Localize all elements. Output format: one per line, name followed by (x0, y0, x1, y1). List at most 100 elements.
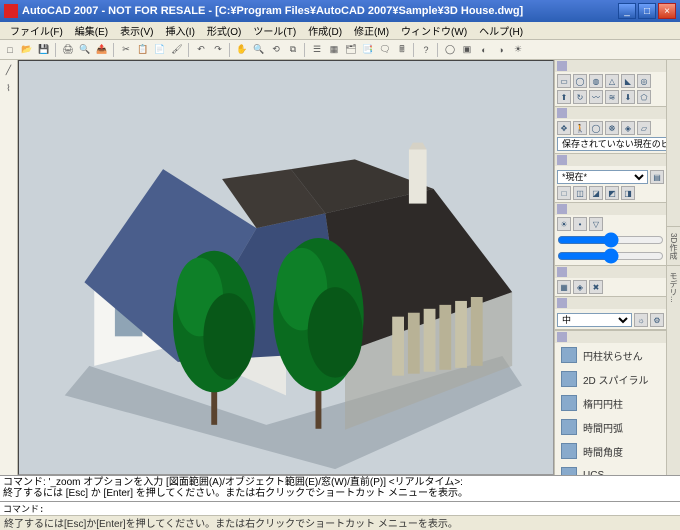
renderbtn-icon[interactable]: ☼ (634, 313, 648, 327)
chevron-icon[interactable] (557, 108, 567, 118)
pan-icon[interactable]: ✋ (234, 42, 250, 58)
properties-icon[interactable]: ☰ (309, 42, 325, 58)
view-icon[interactable]: ▣ (459, 42, 475, 58)
orbit-icon[interactable]: ◯ (442, 42, 458, 58)
print-icon[interactable]: 🖨 (60, 42, 76, 58)
point-icon[interactable]: • (573, 217, 587, 231)
light-slider2[interactable] (557, 249, 664, 263)
matlib-icon[interactable]: ▦ (557, 280, 571, 294)
toolpal-icon[interactable]: 🗂 (343, 42, 359, 58)
sweep-icon[interactable]: 〰 (589, 90, 603, 104)
menu-window[interactable]: ウィンドウ(W) (395, 21, 473, 40)
menu-modify[interactable]: 修正(M) (348, 21, 395, 40)
new-icon[interactable]: □ (2, 42, 18, 58)
chevron-icon[interactable] (557, 298, 567, 308)
window-title: AutoCAD 2007 - NOT FOR RESALE - [C:¥Prog… (22, 5, 618, 17)
paste-icon[interactable]: 📄 (152, 42, 168, 58)
render-preset-select[interactable]: 中 (557, 313, 632, 327)
chevron-icon[interactable] (557, 204, 567, 214)
vs-2dw-icon[interactable]: □ (557, 186, 571, 200)
minimize-button[interactable]: _ (618, 3, 636, 19)
copy-icon[interactable]: 📋 (135, 42, 151, 58)
loft-icon[interactable]: ≋ (605, 90, 619, 104)
shade-icon[interactable]: ◑ (493, 42, 509, 58)
light-slider[interactable] (557, 233, 664, 247)
spot-icon[interactable]: ▽ (589, 217, 603, 231)
revolve-icon[interactable]: ↻ (573, 90, 587, 104)
extrude-icon[interactable]: ⬆ (557, 90, 571, 104)
sun-icon[interactable]: ☀ (557, 217, 571, 231)
palette-item-ellcyl[interactable]: 楕円円柱 (555, 391, 666, 415)
chevron-icon[interactable] (557, 267, 567, 277)
palette-item-ucs[interactable]: UCS (555, 463, 666, 475)
zoom-win-icon[interactable]: ⧉ (285, 42, 301, 58)
tab-modeling[interactable]: モデリ... (667, 265, 680, 309)
light-panel: ☀ • ▽ (555, 203, 666, 266)
saved-view-select[interactable]: 保存されていない現在のビュー (557, 137, 666, 151)
ssm-icon[interactable]: 📑 (360, 42, 376, 58)
vsm-icon[interactable]: ▤ (650, 170, 664, 184)
menu-file[interactable]: ファイル(F) (4, 21, 69, 40)
undo-icon[interactable]: ↶ (193, 42, 209, 58)
nav-icon[interactable]: ✥ (557, 121, 571, 135)
palette-item-angt[interactable]: 時間角度 (555, 439, 666, 463)
matatt-icon[interactable]: ◈ (573, 280, 587, 294)
menu-view[interactable]: 表示(V) (114, 21, 159, 40)
menu-edit[interactable]: 編集(E) (69, 21, 114, 40)
torus-icon[interactable]: ◎ (637, 74, 651, 88)
maximize-button[interactable]: □ (638, 3, 656, 19)
vs-3dh-icon[interactable]: ◪ (589, 186, 603, 200)
save-icon[interactable]: 💾 (36, 42, 52, 58)
redo-icon[interactable]: ↷ (210, 42, 226, 58)
cone-icon[interactable]: △ (605, 74, 619, 88)
dc-icon[interactable]: ▦ (326, 42, 342, 58)
publish-icon[interactable]: 📤 (94, 42, 110, 58)
persp-icon[interactable]: ◈ (621, 121, 635, 135)
zoom-prev-icon[interactable]: ⟲ (268, 42, 284, 58)
open-icon[interactable]: 📂 (19, 42, 35, 58)
vs-3dw-icon[interactable]: ◫ (573, 186, 587, 200)
vs-conc-icon[interactable]: ◨ (621, 186, 635, 200)
matrm-icon[interactable]: ✖ (589, 280, 603, 294)
para-icon[interactable]: ▱ (637, 121, 651, 135)
markup-icon[interactable]: 🗨 (377, 42, 393, 58)
menu-tools[interactable]: ツール(T) (247, 21, 302, 40)
poly-icon[interactable]: ⬠ (637, 90, 651, 104)
help-icon[interactable]: ? (418, 42, 434, 58)
command-input[interactable] (48, 504, 677, 514)
palette-item-arct[interactable]: 時間円弧 (555, 415, 666, 439)
vs-icon[interactable]: ◐ (476, 42, 492, 58)
tab-3dcreate[interactable]: 3D作成 (667, 226, 680, 265)
cyl-icon[interactable]: ◍ (589, 74, 603, 88)
menu-help[interactable]: ヘルプ(H) (473, 21, 529, 40)
orbit2-icon[interactable]: ◯ (589, 121, 603, 135)
calc-icon[interactable]: 🖩 (394, 42, 410, 58)
wedge-icon[interactable]: ◣ (621, 74, 635, 88)
close-button[interactable]: × (658, 3, 676, 19)
command-history: コマンド: '_zoom オプションを入力 [図面範囲(A)/オブジェクト範囲(… (0, 475, 680, 501)
menu-format[interactable]: 形式(O) (201, 21, 247, 40)
chevron-icon[interactable] (557, 155, 567, 165)
walk-icon[interactable]: 🚶 (573, 121, 587, 135)
line-icon[interactable]: ╱ (1, 62, 17, 78)
render-icon[interactable]: ☀ (510, 42, 526, 58)
swheel-icon[interactable]: ☸ (605, 121, 619, 135)
renderset-icon[interactable]: ⚙ (650, 313, 664, 327)
palette-item-spiral[interactable]: 2D スパイラル (555, 367, 666, 391)
visual-style-select[interactable]: *現在* (557, 170, 648, 184)
matchprop-icon[interactable]: 🖌 (169, 42, 185, 58)
palette-item-helix[interactable]: 円柱状らせん (555, 343, 666, 367)
chevron-icon[interactable] (557, 61, 567, 71)
sphere-icon[interactable]: ◯ (573, 74, 587, 88)
press-icon[interactable]: ⬇ (621, 90, 635, 104)
viewport[interactable] (18, 60, 554, 475)
pline-icon[interactable]: ⌇ (1, 80, 17, 96)
cut-icon[interactable]: ✂ (118, 42, 134, 58)
chevron-icon[interactable] (557, 332, 567, 342)
menu-draw[interactable]: 作成(D) (302, 21, 348, 40)
zoom-rt-icon[interactable]: 🔍 (251, 42, 267, 58)
vs-real-icon[interactable]: ◩ (605, 186, 619, 200)
preview-icon[interactable]: 🔍 (77, 42, 93, 58)
box-icon[interactable]: ▭ (557, 74, 571, 88)
menu-insert[interactable]: 挿入(I) (159, 21, 200, 40)
